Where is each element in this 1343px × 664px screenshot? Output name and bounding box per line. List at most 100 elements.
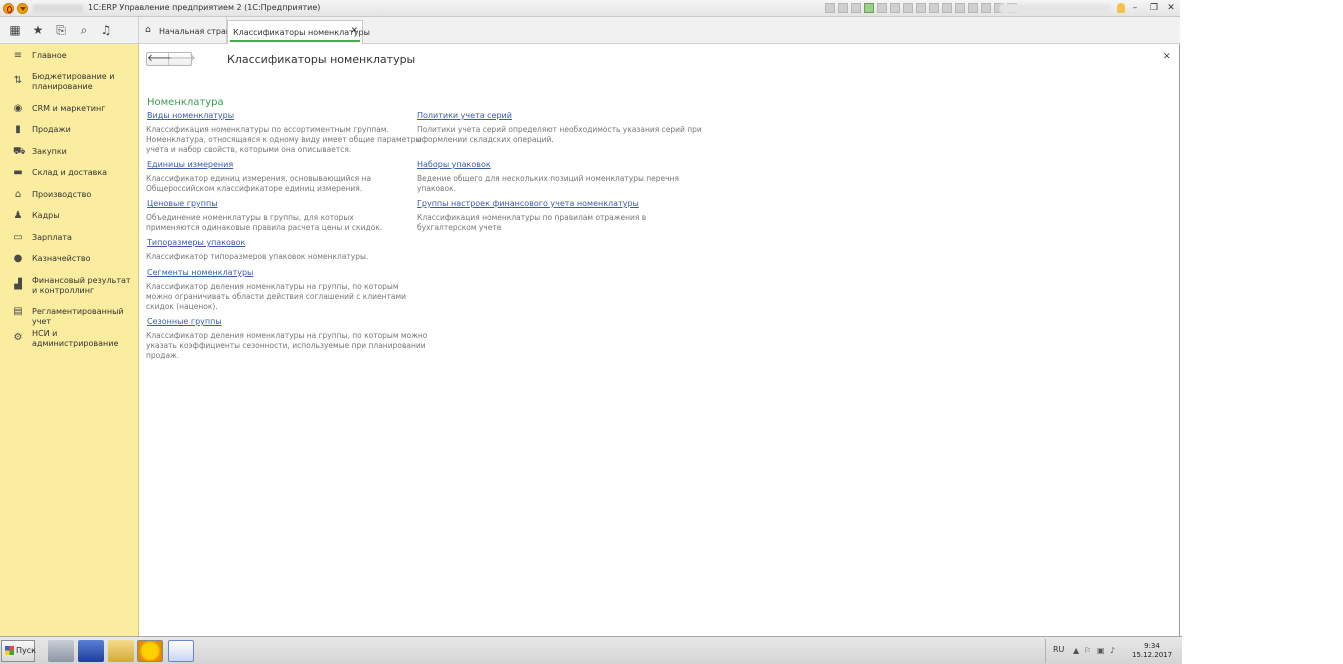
link-financial-groups[interactable]: Группы настроек финансового учета номенк… bbox=[417, 199, 639, 208]
flag-icon[interactable]: ⚐ bbox=[1084, 647, 1092, 655]
print-icon[interactable] bbox=[825, 3, 835, 13]
tab-classifiers-label: Классификаторы номенклатуры bbox=[233, 28, 370, 37]
search-icon[interactable]: ⌕ bbox=[76, 22, 92, 38]
back-arrow-icon[interactable]: 🡐 bbox=[147, 53, 174, 65]
desc-units: Классификатор единиц измерения, основыва… bbox=[146, 174, 371, 194]
sidebar-item-label: Зарплата bbox=[32, 233, 72, 242]
start-label: Пуск bbox=[16, 646, 36, 655]
tray-expand-icon[interactable]: ▲ bbox=[1073, 647, 1081, 655]
sidebar-item-label: Закупки bbox=[32, 147, 67, 156]
desc-line: оформлении складских операций. bbox=[417, 135, 554, 144]
section-title: Номенклатура bbox=[147, 97, 224, 108]
powershell-icon[interactable] bbox=[78, 640, 104, 662]
warehouse-icon: ▬ bbox=[13, 167, 23, 178]
zoom-icon[interactable] bbox=[968, 3, 978, 13]
desc-segments: Классификатор деления номенклатуры на гр… bbox=[146, 282, 406, 312]
close-window-icon[interactable]: ✕ bbox=[1165, 2, 1177, 14]
desc-line: бухгалтерском учете bbox=[417, 223, 502, 232]
history-nav: 🡐 🡒 bbox=[146, 52, 196, 66]
minimize-icon[interactable]: – bbox=[1129, 2, 1141, 14]
link-item-types[interactable]: Виды номенклатуры bbox=[147, 111, 234, 120]
calculator-icon[interactable] bbox=[916, 3, 926, 13]
calendar-icon[interactable] bbox=[903, 3, 913, 13]
star-icon[interactable]: ★ bbox=[30, 22, 46, 38]
memory-plus-icon[interactable] bbox=[942, 3, 952, 13]
blurred-user-field bbox=[1000, 4, 1110, 13]
sidebar-item-label: НСИ и администрирование bbox=[32, 329, 119, 348]
app-window: 1C:ERP Управление предприятием 2 (1С:Пре… bbox=[0, 0, 1180, 636]
clock-time: 9:34 bbox=[1144, 642, 1160, 650]
desc-line: Общероссийском классификаторе единиц изм… bbox=[146, 184, 363, 193]
title-toolbar bbox=[825, 3, 1017, 13]
clock[interactable]: 9:34 15.12.2017 bbox=[1132, 642, 1172, 660]
desc-series-policies: Политики учета серий определяют необходи… bbox=[417, 125, 702, 145]
function-bar: ▦ ★ ⎘ ⌕ ♫ bbox=[0, 17, 139, 44]
desc-line: упаковок. bbox=[417, 184, 456, 193]
sidebar-item-label: Регламентированный учет bbox=[32, 307, 124, 326]
window-title: 1C:ERP Управление предприятием 2 (1С:Пре… bbox=[88, 3, 321, 12]
table-icon[interactable] bbox=[890, 3, 900, 13]
salary-icon: ▭ bbox=[13, 232, 23, 243]
list-icon[interactable] bbox=[981, 3, 991, 13]
link-segments[interactable]: Сегменты номенклатуры bbox=[147, 268, 253, 277]
page-title: Классификаторы номенклатуры bbox=[227, 53, 416, 66]
link-series-policies[interactable]: Политики учета серий bbox=[417, 111, 512, 120]
word-icon[interactable] bbox=[168, 640, 194, 662]
link-seasonal-groups[interactable]: Сезонные группы bbox=[147, 317, 222, 326]
tab-classifiers[interactable]: Классификаторы номенклатуры ✕ bbox=[227, 20, 370, 44]
link-package-sizes[interactable]: Типоразмеры упаковок bbox=[147, 238, 245, 247]
memory-minus-icon[interactable] bbox=[955, 3, 965, 13]
server-manager-icon[interactable] bbox=[48, 640, 74, 662]
os-taskbar: Пуск RU ▲ ⚐ ▣ ♪ 9:34 15.12.2017 bbox=[0, 636, 1182, 664]
language-indicator[interactable]: RU bbox=[1053, 645, 1064, 654]
desc-line: указать коэффициенты сезонности, использ… bbox=[146, 341, 426, 350]
memory-m-icon[interactable] bbox=[929, 3, 939, 13]
forward-arrow-icon[interactable]: 🡒 bbox=[169, 53, 196, 65]
network-icon[interactable]: ▣ bbox=[1097, 647, 1105, 655]
close-form-icon[interactable]: ✕ bbox=[1163, 52, 1171, 62]
sales-icon: ▮ bbox=[15, 124, 21, 135]
system-tray: RU ▲ ⚐ ▣ ♪ 9:34 15.12.2017 bbox=[1045, 639, 1180, 663]
tabs-bar: ⌂ Начальная страница Классификаторы номе… bbox=[139, 17, 1180, 44]
desc-item-types: Классификация номенклатуры по ассортимен… bbox=[146, 125, 421, 155]
desc-line: применяются одинаковые правила расчета ц… bbox=[146, 223, 383, 232]
save-icon[interactable] bbox=[838, 3, 848, 13]
start-button[interactable]: Пуск bbox=[1, 640, 36, 662]
sidebar-item-label: Финансовый результат и контроллинг bbox=[32, 276, 131, 295]
gear-icon: ⚙ bbox=[13, 332, 23, 343]
link-units[interactable]: Единицы измерения bbox=[147, 160, 233, 169]
desc-line: Политики учета серий определяют необходи… bbox=[417, 125, 702, 134]
add-icon[interactable] bbox=[864, 3, 874, 13]
chart-icon: ▟ bbox=[14, 279, 22, 290]
restore-icon[interactable]: ❐ bbox=[1148, 2, 1160, 14]
grid-menu-icon[interactable]: ▦ bbox=[7, 22, 23, 38]
sidebar-item-label: Склад и доставка bbox=[32, 168, 108, 177]
desc-line: продаж. bbox=[146, 351, 180, 360]
desc-line: Классификатор типоразмеров упаковок номе… bbox=[146, 252, 369, 261]
desc-line: Классификация номенклатуры по ассортимен… bbox=[146, 125, 389, 134]
bell-icon[interactable] bbox=[1117, 3, 1125, 13]
history-icon[interactable] bbox=[877, 3, 887, 13]
clock-date: 15.12.2017 bbox=[1132, 651, 1173, 659]
sidebar-item-label: Главное bbox=[32, 51, 67, 60]
close-tab-icon[interactable]: ✕ bbox=[350, 26, 358, 36]
sidebar-item-label: Продажи bbox=[32, 125, 71, 134]
desc-seasonal-groups: Классификатор деления номенклатуры на гр… bbox=[146, 331, 427, 361]
1c-app-icon[interactable] bbox=[137, 640, 163, 662]
explorer-folder-icon[interactable] bbox=[108, 640, 134, 662]
sidebar-item-label: Казначейство bbox=[32, 254, 91, 263]
sidebar-item-label: Производство bbox=[32, 190, 92, 199]
history-icon[interactable]: ⎘ bbox=[53, 22, 69, 38]
volume-icon[interactable]: ♪ bbox=[1110, 647, 1118, 655]
budget-icon: ⇅ bbox=[13, 75, 23, 86]
main-menu-button[interactable] bbox=[17, 3, 28, 14]
cart-icon: ⛟ bbox=[13, 146, 26, 157]
notification-bell-icon[interactable]: ♫ bbox=[98, 22, 114, 38]
desc-financial-groups: Классификация номенклатуры по правилам о… bbox=[417, 213, 646, 233]
ledger-icon: ▤ bbox=[13, 306, 23, 317]
link-price-groups[interactable]: Ценовые группы bbox=[147, 199, 218, 208]
link-package-sets[interactable]: Наборы упаковок bbox=[417, 160, 491, 169]
copy-icon[interactable] bbox=[851, 3, 861, 13]
tab-home[interactable]: ⌂ Начальная страница bbox=[139, 17, 247, 44]
desc-price-groups: Объединение номенклатуры в группы, для к… bbox=[146, 213, 382, 233]
